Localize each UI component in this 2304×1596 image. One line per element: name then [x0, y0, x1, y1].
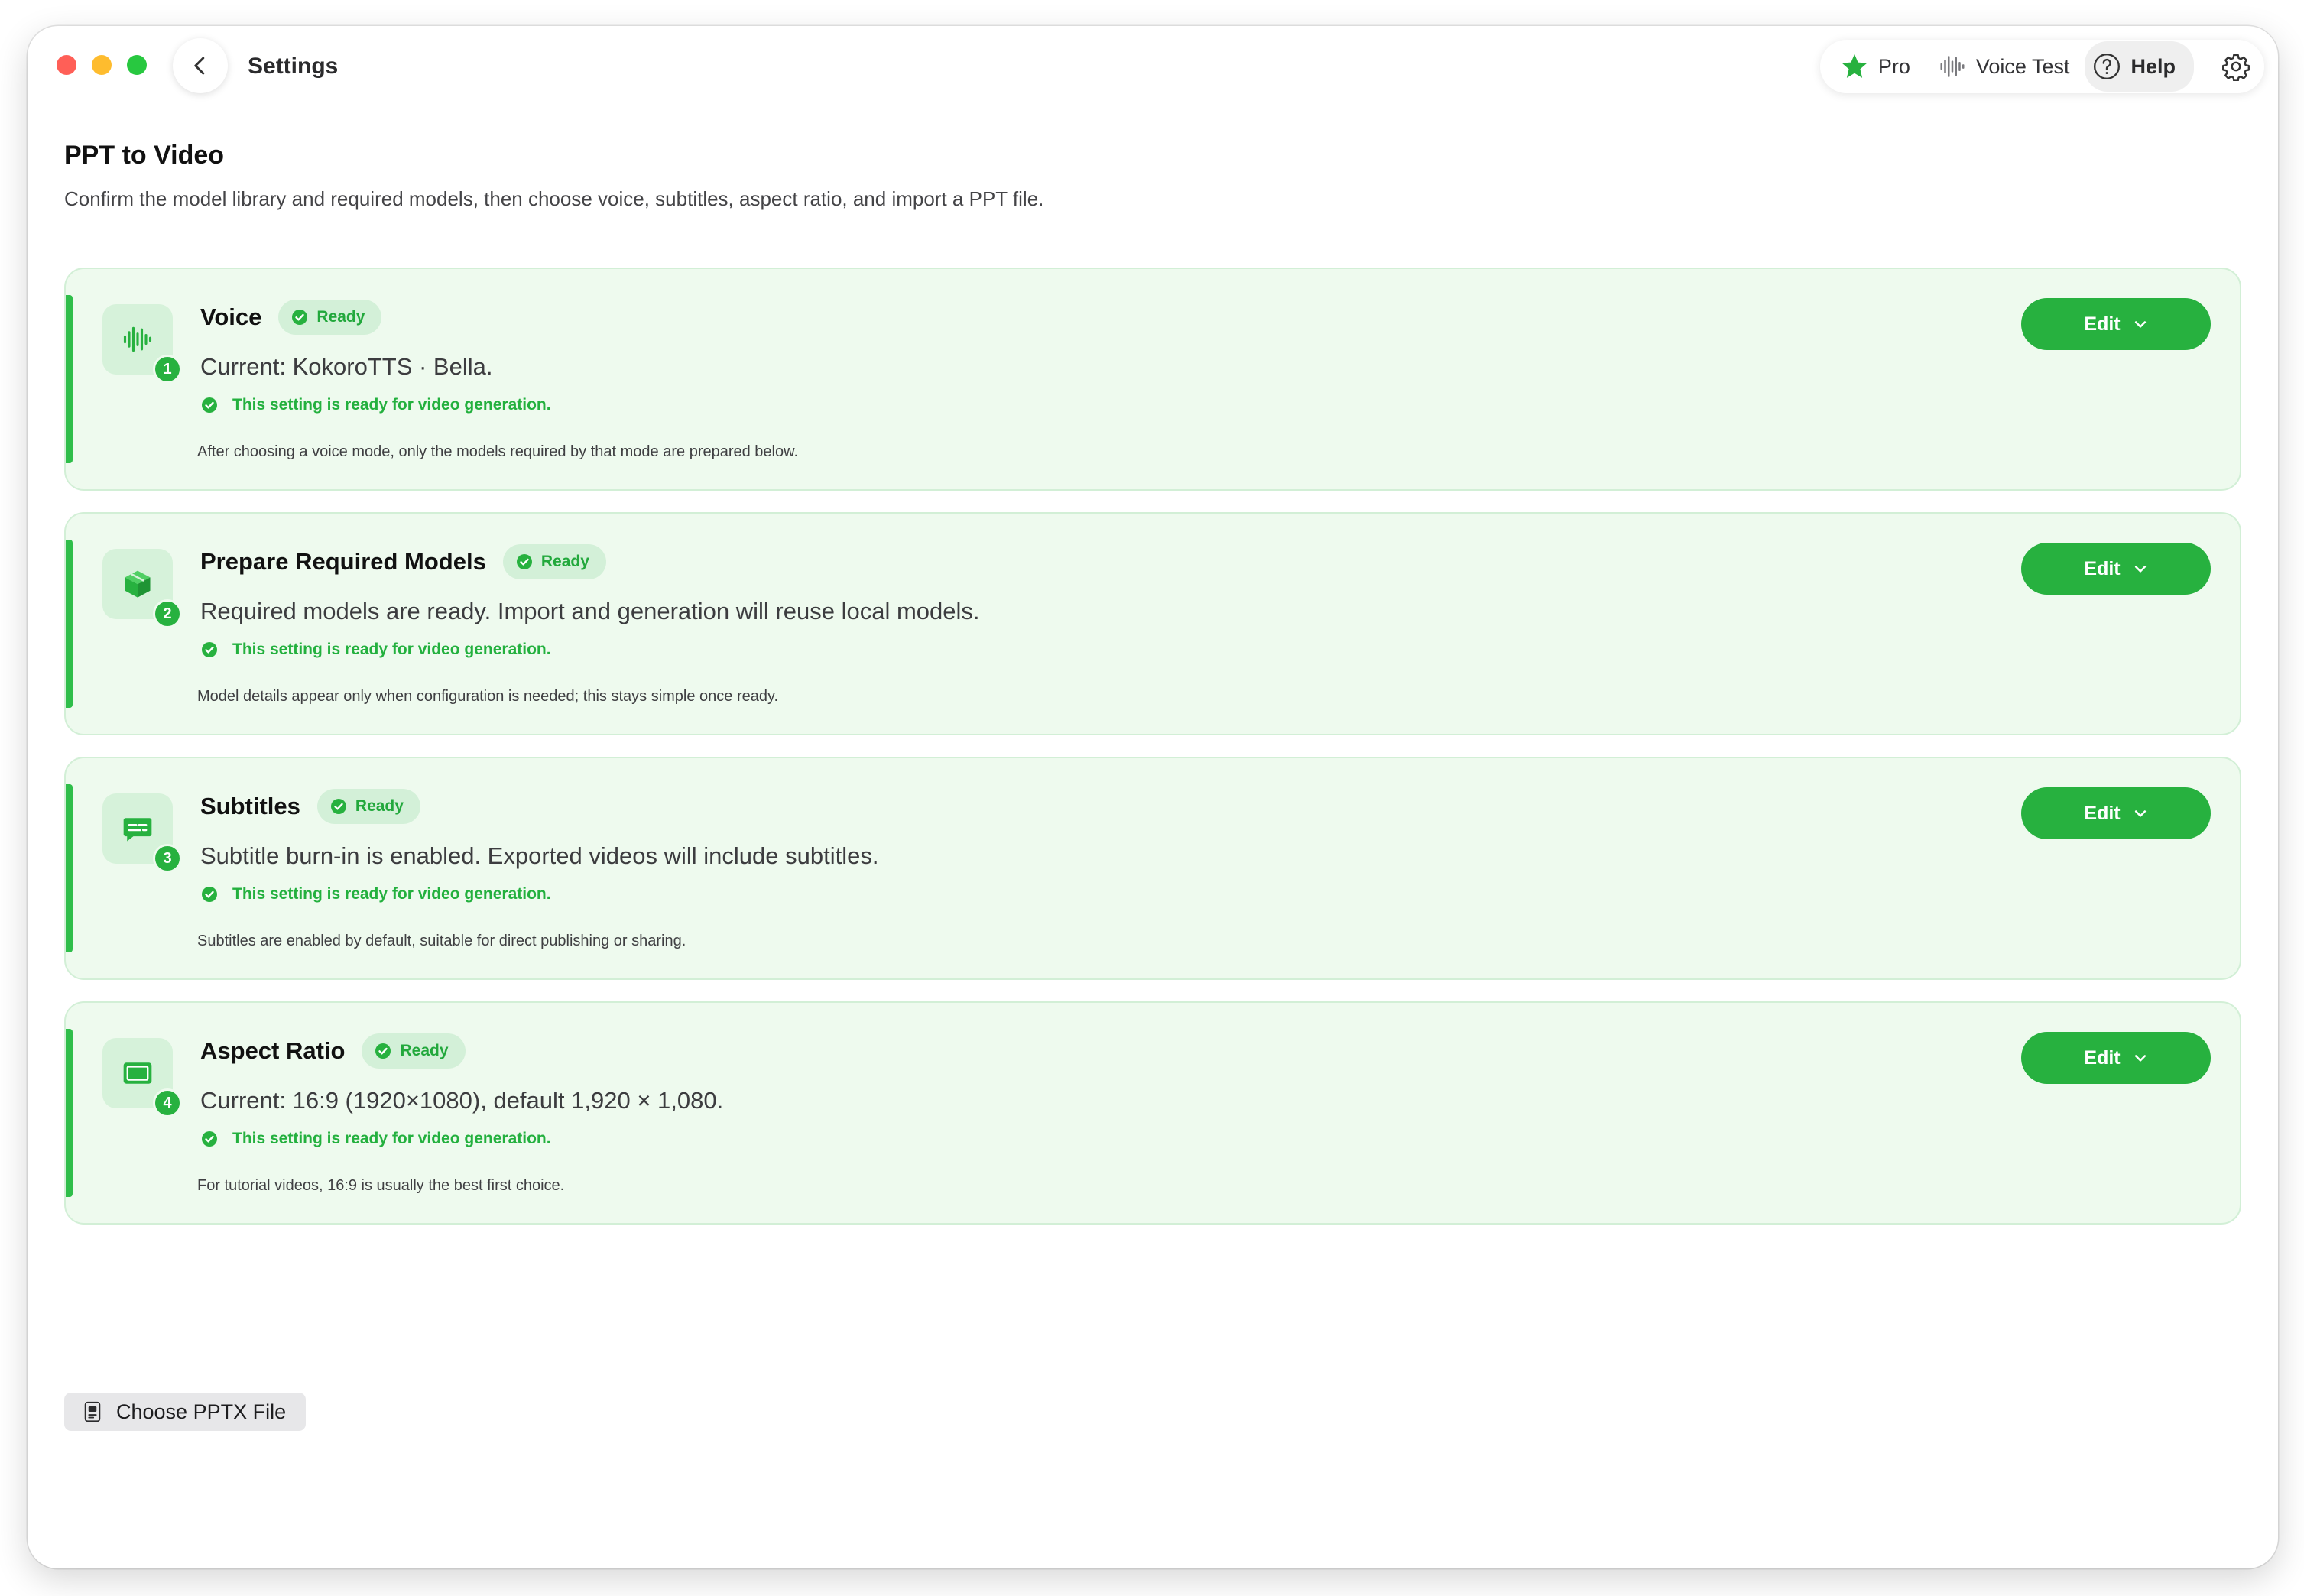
cube-icon — [125, 570, 151, 598]
minimize-window-button[interactable] — [92, 55, 112, 75]
card-accent-bar — [66, 784, 73, 952]
checkmark-seal-icon — [202, 887, 217, 902]
edit-subtitles-button[interactable]: Edit — [2021, 787, 2211, 839]
page-title: PPT to Video — [64, 141, 225, 170]
badge-label: Ready — [316, 308, 365, 326]
back-button[interactable] — [173, 38, 228, 93]
step-number: 1 — [153, 355, 182, 384]
question-circle-icon — [2094, 53, 2121, 80]
settings-button[interactable] — [2221, 52, 2250, 81]
edit-label: Edit — [2084, 557, 2121, 579]
ready-status-text: This setting is ready for video generati… — [232, 1130, 551, 1147]
card-title: Aspect Ratio — [200, 1037, 346, 1064]
current-setting: Subtitle burn-in is enabled. Exported vi… — [200, 842, 879, 869]
chevron-down-icon — [2134, 321, 2146, 328]
chevron-down-icon — [2134, 810, 2146, 817]
ready-status-text: This setting is ready for video generati… — [232, 885, 551, 903]
edit-models-button[interactable]: Edit — [2021, 543, 2211, 595]
checkmark-seal-icon — [330, 799, 346, 814]
card-accent-bar — [66, 1029, 73, 1197]
document-icon — [84, 1401, 101, 1422]
checkmark-seal-icon — [202, 1131, 217, 1147]
current-setting: Current: 16:9 (1920×1080), default 1,920… — [200, 1087, 724, 1114]
card-accent-bar — [66, 295, 73, 463]
pro-button[interactable]: Pro — [1840, 52, 1910, 81]
edit-label: Edit — [2084, 1046, 2121, 1069]
ready-status: This setting is ready for video generati… — [200, 641, 551, 659]
badge-label: Ready — [400, 1042, 449, 1059]
ready-status-text: This setting is ready for video generati… — [232, 396, 551, 414]
card-note: After choosing a voice mode, only the mo… — [197, 443, 799, 460]
step-number: 2 — [153, 599, 182, 628]
pro-label: Pro — [1877, 54, 1910, 78]
page-subtitle: Confirm the model library and required m… — [64, 187, 1044, 210]
help-button[interactable]: Help — [2085, 41, 2194, 92]
current-setting: Required models are ready. Import and ge… — [200, 598, 980, 624]
voice-test-label: Voice Test — [1975, 54, 2070, 78]
card-title: Voice — [200, 303, 262, 330]
waveform-icon — [1940, 56, 1965, 77]
toolbar: Pro Voice Test Help — [1819, 40, 2264, 93]
main-content: PPT to Video Confirm the model library a… — [64, 141, 2241, 1431]
gear-icon — [2222, 54, 2250, 81]
caption-bubble-icon — [123, 818, 152, 842]
step-number: 4 — [153, 1088, 182, 1118]
current-setting: Current: KokoroTTS · Bella. — [200, 353, 493, 380]
ready-status: This setting is ready for video generati… — [200, 885, 551, 903]
ready-status: This setting is ready for video generati… — [200, 396, 551, 414]
status-badge: Ready — [316, 789, 420, 824]
chevron-down-icon — [2134, 566, 2146, 573]
waveform-icon — [123, 326, 152, 352]
checkmark-seal-icon — [292, 310, 308, 325]
subtitles-card: 3 Subtitles Ready Subtitle burn-in is en… — [64, 757, 2241, 980]
voice-test-button[interactable]: Voice Test — [1938, 52, 2070, 81]
edit-aspect-ratio-button[interactable]: Edit — [2021, 1032, 2211, 1084]
ready-status-text: This setting is ready for video generati… — [232, 641, 551, 658]
card-header: Subtitles Ready — [200, 789, 420, 824]
ready-status: This setting is ready for video generati… — [200, 1130, 551, 1148]
edit-voice-button[interactable]: Edit — [2021, 298, 2211, 350]
checkmark-seal-icon — [375, 1043, 391, 1059]
chevron-left-icon — [194, 57, 205, 75]
title-bar: Settings Pro Voice Test Help — [28, 26, 2278, 118]
badge-label: Ready — [355, 797, 404, 815]
window-controls — [57, 55, 147, 75]
checkmark-seal-icon — [202, 642, 217, 657]
status-badge: Ready — [502, 544, 606, 579]
edit-label: Edit — [2084, 313, 2121, 335]
maximize-window-button[interactable] — [127, 55, 147, 75]
status-badge: Ready — [362, 1033, 466, 1069]
status-badge: Ready — [278, 300, 382, 335]
step-number: 3 — [153, 844, 182, 873]
close-window-button[interactable] — [57, 55, 76, 75]
aspect-rectangle-icon — [123, 1062, 152, 1084]
voice-card: 1 Voice Ready Current: KokoroTTS · Bella… — [64, 268, 2241, 491]
star-icon — [1842, 54, 1868, 78]
app-window: Settings Pro Voice Test Help PPT to Vide… — [28, 26, 2278, 1568]
card-title: Subtitles — [200, 793, 300, 819]
aspect-ratio-card: 4 Aspect Ratio Ready Current: 16:9 (1920… — [64, 1001, 2241, 1225]
card-header: Voice Ready — [200, 300, 382, 335]
choose-pptx-file-button[interactable]: Choose PPTX File — [64, 1393, 307, 1431]
checkmark-seal-icon — [202, 397, 217, 413]
choose-file-label: Choose PPTX File — [116, 1400, 287, 1423]
help-label: Help — [2130, 54, 2176, 78]
card-header: Aspect Ratio Ready — [200, 1033, 466, 1069]
required-models-card: 2 Prepare Required Models Ready Required… — [64, 512, 2241, 735]
card-note: Model details appear only when configura… — [197, 688, 779, 705]
chevron-down-icon — [2134, 1055, 2146, 1062]
card-note: Subtitles are enabled by default, suitab… — [197, 933, 686, 949]
card-note: For tutorial videos, 16:9 is usually the… — [197, 1177, 565, 1194]
window-title: Settings — [248, 54, 339, 79]
card-accent-bar — [66, 540, 73, 708]
edit-label: Edit — [2084, 802, 2121, 824]
card-title: Prepare Required Models — [200, 548, 486, 575]
checkmark-seal-icon — [516, 554, 532, 569]
card-header: Prepare Required Models Ready — [200, 544, 606, 579]
badge-label: Ready — [540, 553, 589, 570]
